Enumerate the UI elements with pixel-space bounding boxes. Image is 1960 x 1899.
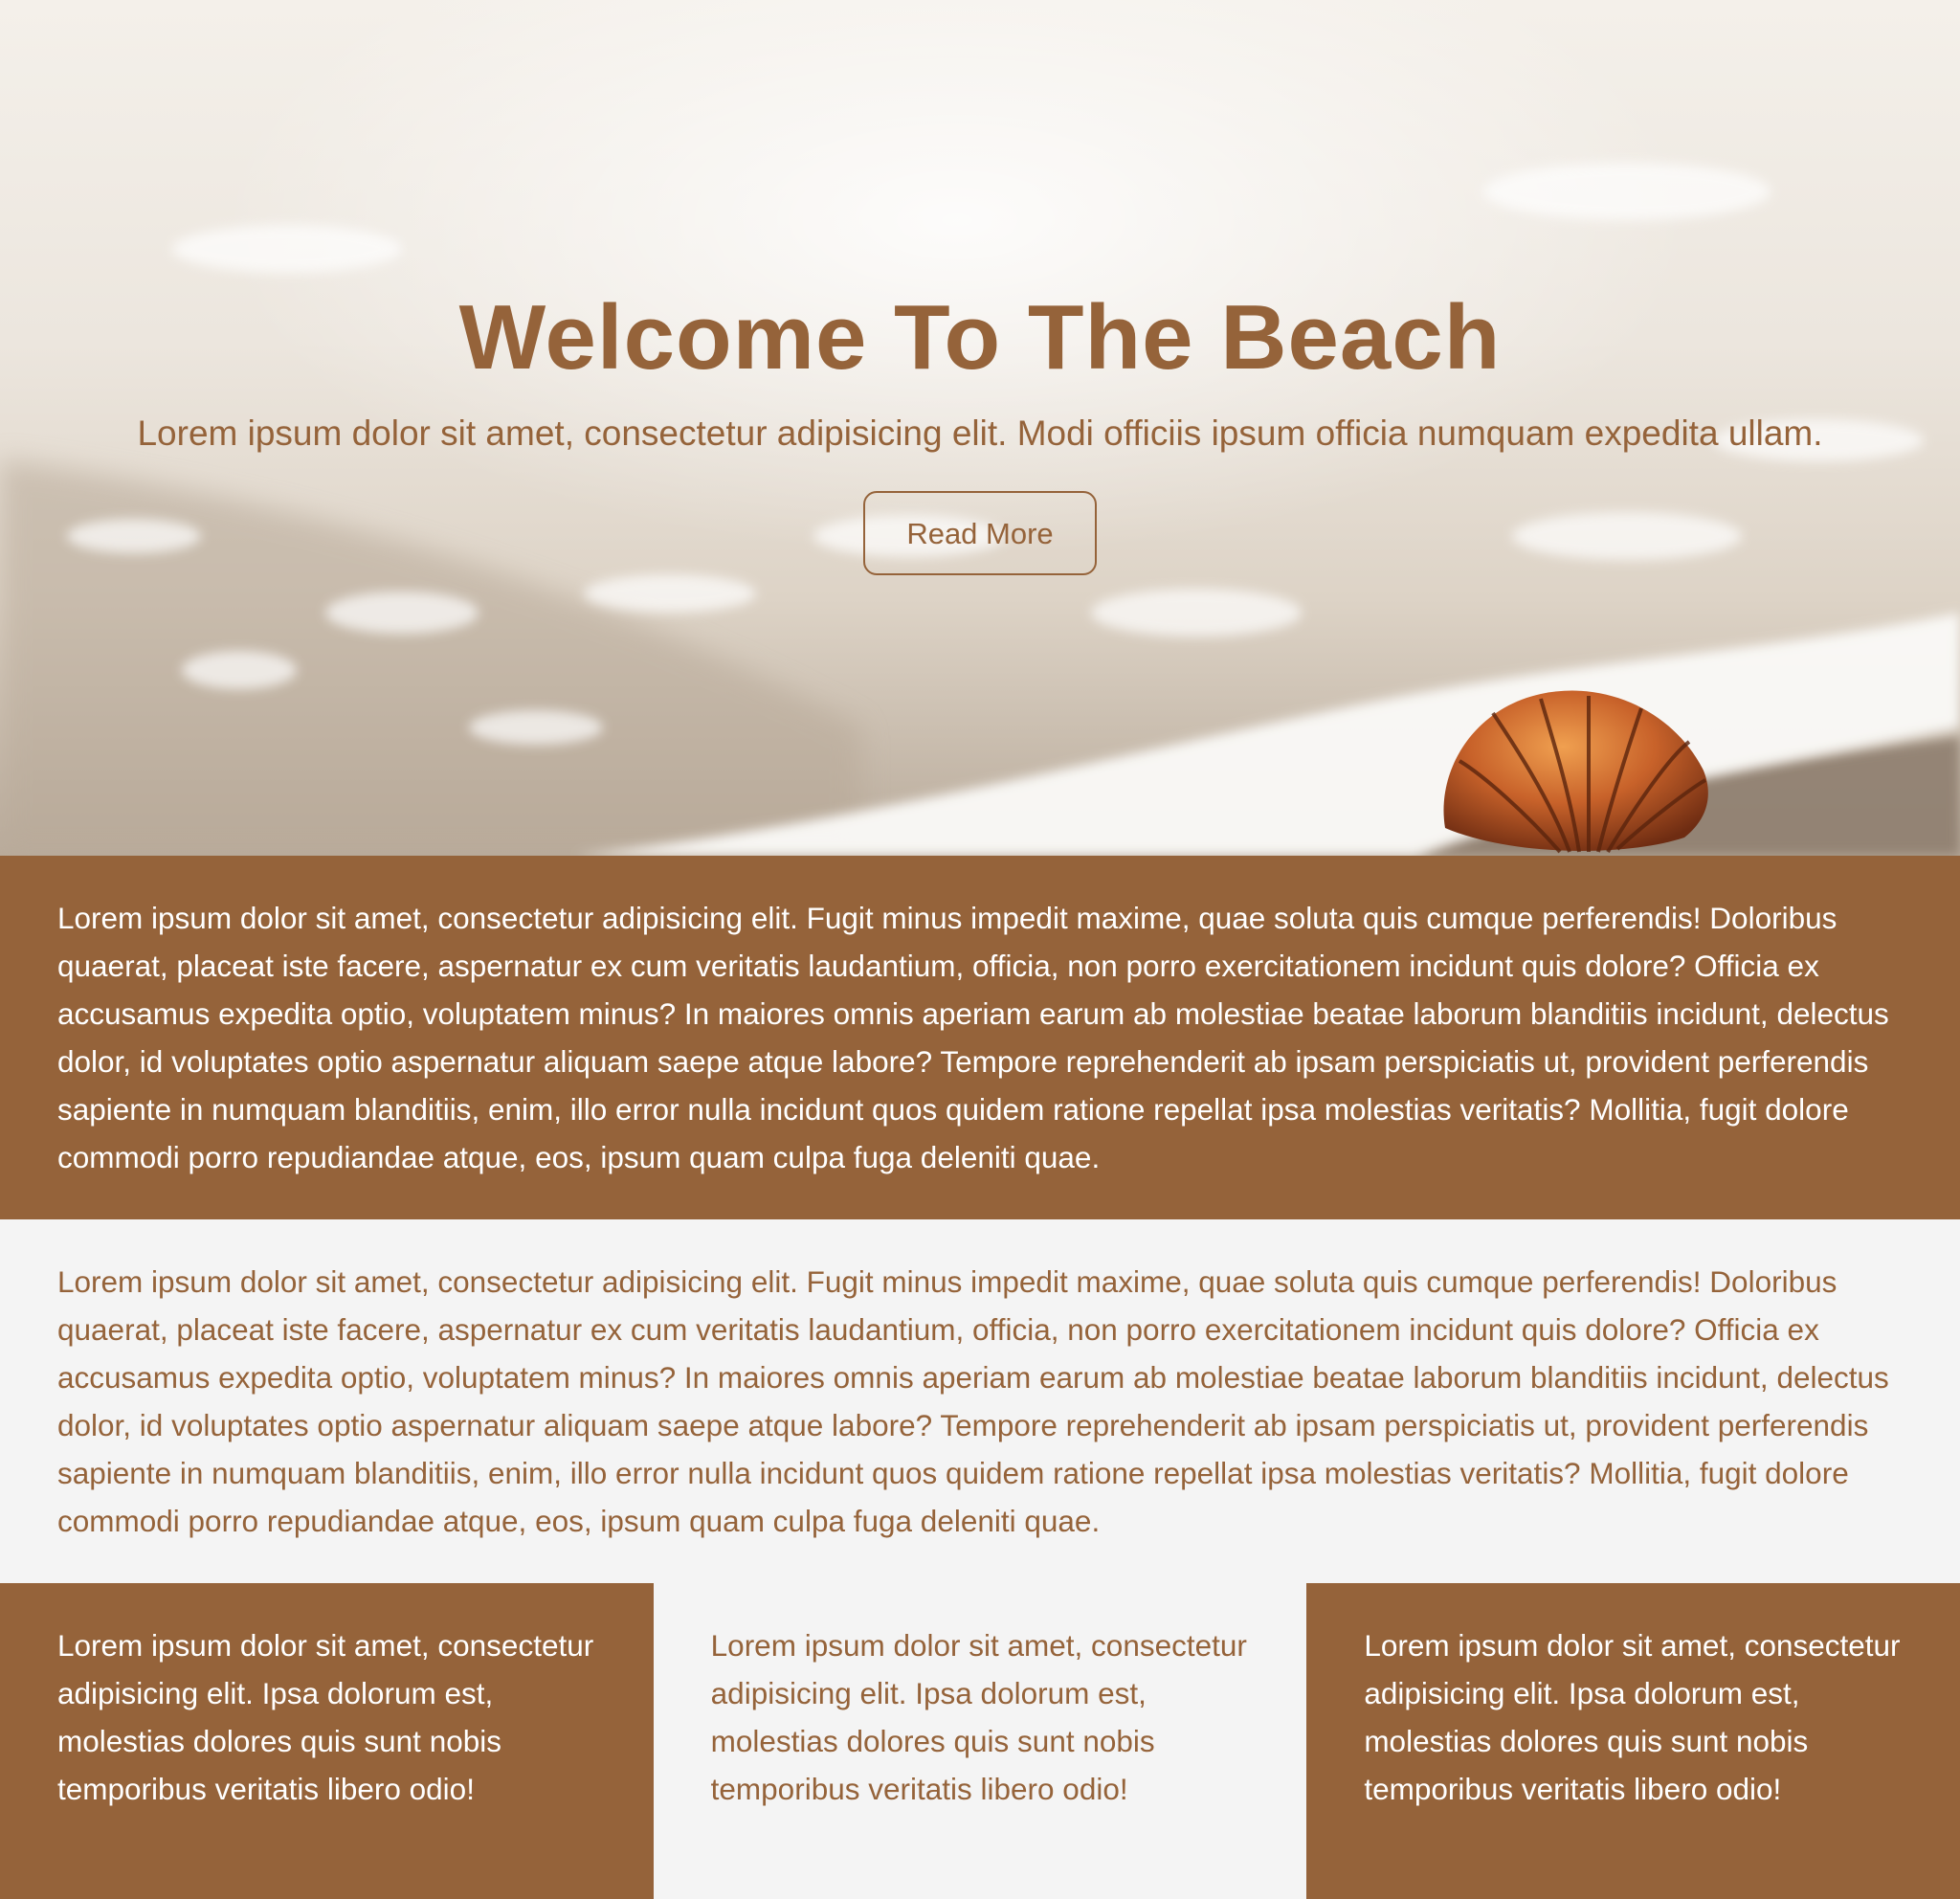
column-3-text: Lorem ipsum dolor sit amet, consectetur … [1364,1628,1901,1806]
read-more-button[interactable]: Read More [863,491,1097,575]
brown-text-section: Lorem ipsum dolor sit amet, consectetur … [0,856,1960,1219]
light-text-section: Lorem ipsum dolor sit amet, consectetur … [0,1219,1960,1583]
hero-banner: Welcome To The Beach Lorem ipsum dolor s… [0,0,1960,856]
column-3: Lorem ipsum dolor sit amet, consectetur … [1306,1583,1960,1899]
light-section-paragraph: Lorem ipsum dolor sit amet, consectetur … [57,1264,1889,1538]
column-2-text: Lorem ipsum dolor sit amet, consectetur … [710,1628,1247,1806]
column-2: Lorem ipsum dolor sit amet, consectetur … [653,1583,1307,1899]
hero-content: Welcome To The Beach Lorem ipsum dolor s… [0,282,1960,575]
three-column-section: Lorem ipsum dolor sit amet, consectetur … [0,1583,1960,1899]
column-1: Lorem ipsum dolor sit amet, consectetur … [0,1583,654,1899]
hero-title: Welcome To The Beach [458,286,1502,389]
hero-subtitle: Lorem ipsum dolor sit amet, consectetur … [137,413,1823,453]
brown-section-paragraph: Lorem ipsum dolor sit amet, consectetur … [57,901,1889,1174]
column-1-text: Lorem ipsum dolor sit amet, consectetur … [57,1628,594,1806]
